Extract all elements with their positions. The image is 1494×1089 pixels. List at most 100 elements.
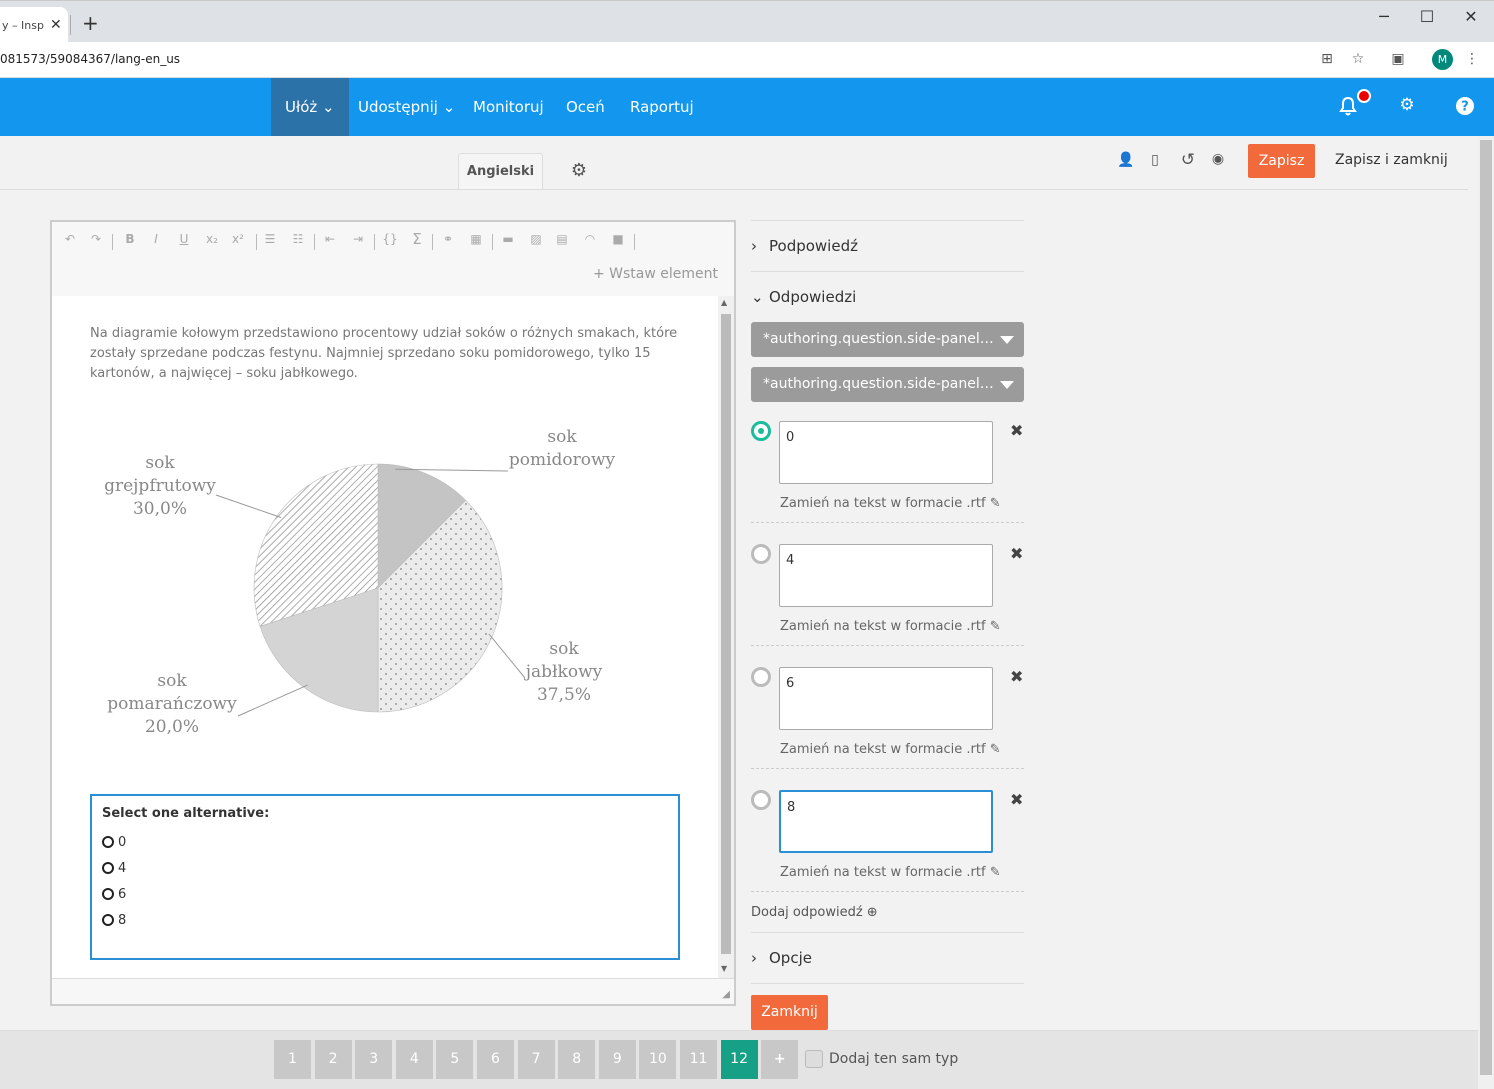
page-button-2[interactable]: 2 xyxy=(314,1040,352,1079)
gear-icon[interactable]: ⚙ xyxy=(1396,95,1418,115)
insert-element-button[interactable]: + Wstaw element xyxy=(593,266,718,282)
link-icon[interactable]: ⚭ xyxy=(438,232,458,246)
file-icon[interactable]: ▤ xyxy=(552,232,572,246)
new-tab-icon[interactable]: + xyxy=(82,11,99,35)
convert-rtf-link[interactable]: Zamień na tekst w formacie .rtf ✎ xyxy=(780,865,1001,880)
page-button-3[interactable]: 3 xyxy=(355,1040,393,1079)
answers-dropdown-2[interactable]: *authoring.question.side-panel.... xyxy=(751,367,1024,402)
scrollbar-thumb[interactable] xyxy=(721,314,731,954)
delete-answer-icon[interactable]: ✖ xyxy=(1010,421,1023,440)
add-answer-button[interactable]: Dodaj odpowiedź ⊕ xyxy=(751,905,878,920)
underline-icon[interactable]: U xyxy=(174,232,194,246)
nav-compose[interactable]: Ułóż ⌄ xyxy=(271,78,349,136)
page-button-12[interactable]: 12 xyxy=(720,1040,758,1079)
window-close-icon[interactable]: ✕ xyxy=(1456,7,1486,26)
answer-input[interactable]: 0 xyxy=(779,421,993,484)
answer-correct-radio[interactable] xyxy=(751,544,771,564)
section-hint[interactable]: › Podpowiedź xyxy=(751,237,858,255)
url-field[interactable]: 081573/59084367/lang-en_us xyxy=(0,52,180,66)
page-button-11[interactable]: 11 xyxy=(680,1040,717,1079)
answer-input[interactable]: 6 xyxy=(779,667,993,730)
save-button[interactable]: Zapisz xyxy=(1248,144,1315,178)
document-icon[interactable]: ▯ xyxy=(1145,152,1165,168)
convert-rtf-link[interactable]: Zamień na tekst w formacie .rtf ✎ xyxy=(780,619,1001,634)
user-icon[interactable]: 👤 xyxy=(1116,152,1136,168)
page-scrollbar-thumb[interactable] xyxy=(1480,140,1492,1075)
italic-icon[interactable]: I xyxy=(146,232,166,246)
convert-rtf-link[interactable]: Zamień na tekst w formacie .rtf ✎ xyxy=(780,742,1001,757)
delete-answer-icon[interactable]: ✖ xyxy=(1010,667,1023,686)
editor-content[interactable]: Na diagramie kołowym przedstawiono proce… xyxy=(52,296,718,978)
input-field-icon[interactable]: ▬ xyxy=(498,232,518,246)
editor-scrollbar[interactable]: ▲ ▼ xyxy=(718,296,734,978)
page-button-10[interactable]: 10 xyxy=(639,1040,677,1079)
bold-icon[interactable]: B xyxy=(120,232,140,246)
superscript-icon[interactable]: x² xyxy=(228,232,248,246)
page-button-1[interactable]: 1 xyxy=(274,1040,311,1079)
nav-share[interactable]: Udostępnij ⌄ xyxy=(358,78,455,136)
video-icon[interactable]: ■ xyxy=(608,232,628,246)
redo-icon[interactable]: ↷ xyxy=(86,232,106,246)
indent-icon[interactable]: ⇥ xyxy=(348,232,368,246)
outdent-icon[interactable]: ⇤ xyxy=(320,232,340,246)
section-options[interactable]: › Opcje xyxy=(751,949,812,967)
answer-input[interactable]: 8 xyxy=(779,790,993,853)
tab-language[interactable]: Angielski xyxy=(458,153,543,189)
translate-icon[interactable]: ⊞ xyxy=(1317,51,1337,67)
answer-correct-radio[interactable] xyxy=(751,421,771,441)
close-icon[interactable]: ✕ xyxy=(50,17,62,33)
browser-tab[interactable]: y – Inspe ✕ xyxy=(0,7,68,43)
answer-correct-radio[interactable] xyxy=(751,667,771,687)
page-button-7[interactable]: 7 xyxy=(517,1040,555,1079)
convert-rtf-link[interactable]: Zamień na tekst w formacie .rtf ✎ xyxy=(780,496,1001,511)
answers-dropdown-1[interactable]: *authoring.question.side-panel.t... xyxy=(751,322,1024,357)
bell-icon[interactable] xyxy=(1337,95,1359,117)
nav-grade[interactable]: Oceń xyxy=(566,78,605,136)
page-button-8[interactable]: 8 xyxy=(558,1040,596,1079)
save-and-close-button[interactable]: Zapisz i zamknij xyxy=(1335,152,1448,168)
alternative-option[interactable]: 0 xyxy=(102,829,668,855)
bullet-list-icon[interactable]: ☷ xyxy=(288,232,308,246)
alternative-option[interactable]: 6 xyxy=(102,881,668,907)
star-icon[interactable]: ☆ xyxy=(1348,51,1368,67)
avatar[interactable]: M xyxy=(1432,49,1453,70)
same-type-checkbox[interactable] xyxy=(805,1050,823,1068)
maximize-icon[interactable]: ☐ xyxy=(1412,7,1442,26)
code-braces-icon[interactable]: {} xyxy=(380,232,400,246)
page-button-9[interactable]: 9 xyxy=(598,1040,636,1079)
settings-icon[interactable]: ⚙ xyxy=(569,160,589,181)
page-button-4[interactable]: 4 xyxy=(395,1040,433,1079)
page-button-6[interactable]: 6 xyxy=(477,1040,514,1079)
scroll-down-icon[interactable]: ▼ xyxy=(721,964,727,973)
scroll-up-icon[interactable]: ▲ xyxy=(721,298,727,307)
table-icon[interactable]: ▦ xyxy=(466,232,486,246)
page-scrollbar[interactable] xyxy=(1478,136,1494,1089)
section-answers[interactable]: ⌄ Odpowiedzi xyxy=(751,288,856,306)
minimize-icon[interactable]: ─ xyxy=(1369,7,1399,26)
audio-icon[interactable]: ◠ xyxy=(580,232,600,246)
resize-handle-icon[interactable]: ◢ xyxy=(722,989,730,1000)
preview-eye-icon[interactable]: ◉ xyxy=(1208,151,1228,167)
subscript-icon[interactable]: x₂ xyxy=(202,232,222,246)
extension-icon[interactable]: ▣ xyxy=(1388,51,1408,67)
undo-icon[interactable]: ↶ xyxy=(60,232,80,246)
nav-monitor[interactable]: Monitoruj xyxy=(473,78,544,136)
answer-correct-radio[interactable] xyxy=(751,790,771,810)
sigma-icon[interactable]: Σ xyxy=(407,230,427,248)
close-panel-button[interactable]: Zamknij xyxy=(751,995,828,1030)
delete-answer-icon[interactable]: ✖ xyxy=(1010,790,1023,809)
ordered-list-icon[interactable]: ☰ xyxy=(260,232,280,246)
page-button-5[interactable]: 5 xyxy=(436,1040,474,1079)
radio-icon xyxy=(102,888,114,900)
alternatives-preview: Select one alternative: 0 4 6 8 xyxy=(90,794,680,960)
history-icon[interactable]: ↺ xyxy=(1178,150,1198,170)
add-page-button[interactable]: + xyxy=(761,1040,799,1079)
nav-report[interactable]: Raportuj xyxy=(630,78,694,136)
help-icon[interactable]: ? xyxy=(1454,96,1476,116)
menu-kebab-icon[interactable]: ⋮ xyxy=(1462,51,1482,67)
alternative-option[interactable]: 8 xyxy=(102,907,668,933)
image-icon[interactable]: ▨ xyxy=(526,232,546,246)
delete-answer-icon[interactable]: ✖ xyxy=(1010,544,1023,563)
answer-input[interactable]: 4 xyxy=(779,544,993,607)
alternative-option[interactable]: 4 xyxy=(102,855,668,881)
